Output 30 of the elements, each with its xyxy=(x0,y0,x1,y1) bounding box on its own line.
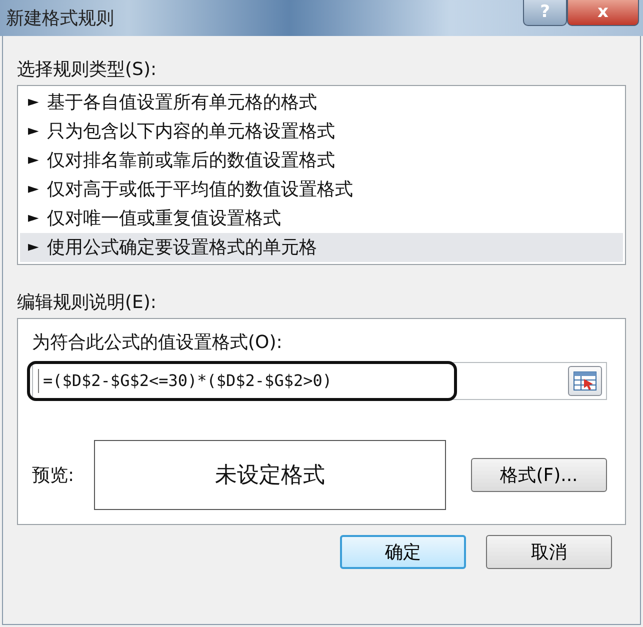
rule-type-item[interactable]: ► 基于各自值设置所有单元格的格式 xyxy=(20,88,623,117)
rule-type-text: 仅对高于或低于平均值的数值设置格式 xyxy=(46,178,353,202)
window-title: 新建格式规则 xyxy=(6,6,114,30)
range-select-icon xyxy=(573,371,597,391)
rule-type-text: 基于各自值设置所有单元格的格式 xyxy=(46,91,317,115)
section-label: 编辑规则说明(E): xyxy=(17,291,158,315)
arrow-icon: ► xyxy=(28,121,39,142)
rule-type-text: 只为包含以下内容的单元格设置格式 xyxy=(46,120,335,144)
rule-type-text: 使用公式确定要设置格式的单元格 xyxy=(46,236,317,260)
collapse-dialog-button[interactable] xyxy=(568,366,602,396)
formula-text: =($D$2-$G$2<=30)*($D$2-$G$2>0) xyxy=(38,369,332,393)
dialog-button[interactable]: 确定 xyxy=(340,535,466,569)
section-label: 选择规则类型(S): xyxy=(17,58,158,82)
arrow-icon: ► xyxy=(28,237,39,258)
arrow-icon: ► xyxy=(28,150,39,171)
arrow-icon: ► xyxy=(28,179,39,200)
arrow-icon: ► xyxy=(28,92,39,113)
dialog-button[interactable]: 取消 xyxy=(486,535,612,569)
rule-type-text: 仅对排名靠前或靠后的数值设置格式 xyxy=(46,149,335,173)
rule-type-item[interactable]: ► 仅对高于或低于平均值的数值设置格式 xyxy=(20,175,623,204)
rule-type-item[interactable]: ► 使用公式确定要设置格式的单元格 xyxy=(20,233,623,262)
preview-box: 未设定格式 xyxy=(94,440,446,510)
formula-label: 为符合此公式的值设置格式(O): xyxy=(32,331,284,355)
rule-type-item[interactable]: ► 仅对唯一值或重复值设置格式 xyxy=(20,204,623,233)
rule-type-text: 仅对唯一值或重复值设置格式 xyxy=(46,207,281,231)
rule-type-item[interactable]: ► 仅对排名靠前或靠后的数值设置格式 xyxy=(20,146,623,175)
preview-label: 预览: xyxy=(32,464,74,488)
format-button[interactable]: 格式(F)... xyxy=(471,458,607,492)
arrow-icon: ► xyxy=(28,208,39,229)
rule-type-item[interactable]: ► 只为包含以下内容的单元格设置格式 xyxy=(20,117,623,146)
